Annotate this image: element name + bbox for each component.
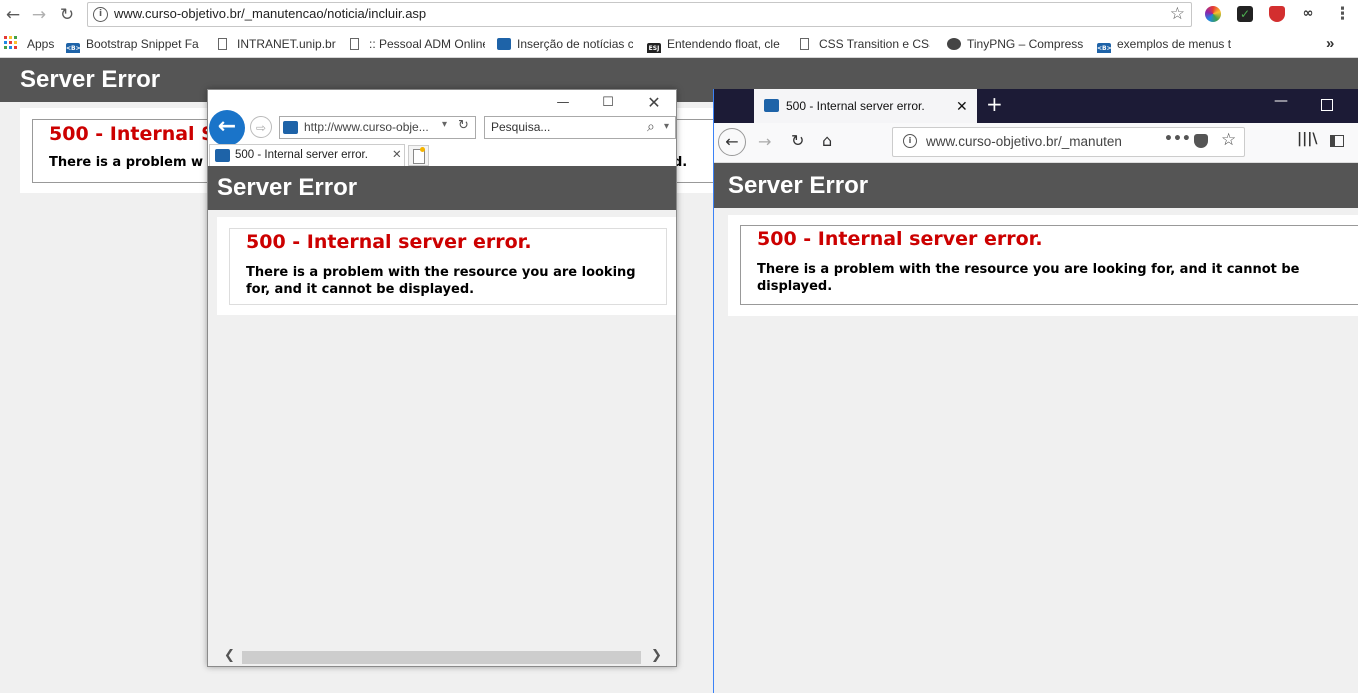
forward-button[interactable]: → — [758, 132, 771, 151]
error-message: There is a problem with the resource you… — [757, 262, 1300, 294]
dropdown-arrow-icon[interactable]: ▾ — [664, 121, 669, 132]
new-tab-icon[interactable]: + — [986, 92, 1003, 116]
ie-search-placeholder[interactable]: Pesquisa... — [491, 120, 550, 134]
page-actions-icon[interactable]: ••• — [1164, 131, 1191, 147]
apps-grid-icon[interactable] — [4, 36, 18, 50]
site-favicon — [215, 149, 230, 162]
content-box: 500 - Internal server error. There is a … — [217, 217, 676, 315]
sidebar-icon[interactable] — [1330, 135, 1344, 147]
maximize-button[interactable] — [1321, 99, 1333, 111]
maximize-button[interactable]: ☐ — [593, 92, 623, 114]
info-icon[interactable]: i — [903, 134, 917, 148]
bookmark-css-transition[interactable]: CSS Transition e CSS — [800, 35, 930, 53]
page-icon — [218, 38, 227, 50]
site-favicon — [764, 99, 779, 112]
scroll-right-icon[interactable]: ❯ — [651, 648, 662, 663]
firefox-window: 500 - Internal server error. ✕ + — ← → ↻… — [713, 89, 1358, 693]
info-icon[interactable]: i — [93, 7, 108, 22]
ie-window: — ☐ ✕ ← ⇨ http://www.curso-obje... ▾ ↻ P… — [207, 89, 677, 667]
bookmark-pessoal-adm[interactable]: :: Pessoal ADM Online — [350, 35, 485, 53]
chrome-toolbar: ← → ↻ i www.curso-objetivo.br/_manutenca… — [0, 0, 1358, 31]
new-tab-button[interactable] — [408, 145, 429, 166]
checkmark-extension-icon[interactable]: ✓ — [1237, 6, 1253, 22]
panda-icon — [947, 38, 961, 50]
bookmark-exemplos-menus[interactable]: <B> exemplos de menus t — [1097, 35, 1233, 53]
ff-tab[interactable]: 500 - Internal server error. ✕ — [754, 89, 977, 123]
reload-button[interactable]: ↻ — [56, 4, 78, 26]
ff-toolbar: ← → ↻ ⌂ i www.curso-objetivo.br/_manuten… — [714, 123, 1358, 163]
ie-search-box[interactable]: Pesquisa... ⌕ ▾ — [484, 116, 676, 139]
ie-back-button[interactable]: ← — [209, 110, 245, 146]
page-header: Server Error — [714, 163, 1358, 208]
ie-address-url[interactable]: http://www.curso-obje... — [304, 120, 429, 134]
site-favicon — [283, 121, 298, 134]
ff-titlebar: 500 - Internal server error. ✕ + — — [714, 89, 1358, 123]
page-icon — [350, 38, 359, 50]
page-icon — [800, 38, 809, 50]
ie-tab[interactable]: 500 - Internal server error. ✕ — [209, 144, 405, 166]
minimize-button[interactable]: — — [548, 92, 578, 114]
ff-tab-title: 500 - Internal server error. — [786, 99, 925, 113]
content-box: 500 - Internal server error. There is a … — [728, 215, 1358, 316]
pocket-icon[interactable] — [1194, 134, 1208, 148]
bookmark-bootstrap-snippet[interactable]: <B> Bootstrap Snippet Fa — [66, 35, 202, 53]
bookmark-tinypng[interactable]: TinyPNG – Compress — [947, 35, 1083, 53]
tab-close-icon[interactable]: ✕ — [392, 145, 402, 165]
minimize-button[interactable]: — — [1274, 93, 1288, 109]
error-title: 500 - Internal server error. — [757, 228, 1043, 250]
back-button[interactable]: ← — [2, 4, 24, 26]
reload-button[interactable]: ↻ — [791, 131, 804, 150]
binoculars-extension-icon[interactable]: ∞ — [1300, 6, 1316, 22]
bookmark-intranet[interactable]: INTRANET.unip.br — [218, 35, 342, 53]
error-message: There is a problem with the resource you… — [246, 265, 636, 297]
more-bookmarks-button[interactable]: » — [1326, 35, 1334, 53]
bookmark-apps[interactable]: Apps — [27, 35, 59, 53]
bookmark-entendendo-float[interactable]: ESJ Entendendo float, cle — [647, 35, 783, 53]
close-button[interactable]: ✕ — [639, 92, 669, 114]
error-message: There is a problem w — [49, 155, 204, 170]
search-icon[interactable]: ⌕ — [647, 119, 655, 135]
shield-extension-icon[interactable] — [1269, 6, 1285, 22]
back-button[interactable]: ← — [718, 128, 746, 156]
bookmark-insercao-noticias[interactable]: Inserção de notícias c — [497, 35, 633, 53]
address-bar[interactable]: i www.curso-objetivo.br/_manutencao/noti… — [87, 2, 1192, 27]
library-icon[interactable]: |||\ — [1297, 131, 1317, 147]
ie-address-bar[interactable]: http://www.curso-obje... ▾ ↻ — [279, 116, 476, 139]
menu-icon[interactable]: ⋮ — [1334, 4, 1351, 24]
bookmark-star-icon[interactable]: ☆ — [1221, 130, 1236, 150]
horizontal-scrollbar[interactable]: ❮ ❯ — [208, 648, 676, 666]
ie-tab-title: 500 - Internal server error. — [235, 149, 368, 161]
bootstrap-icon: <B> — [66, 43, 81, 53]
page-header: Server Error — [208, 166, 676, 210]
scrollbar-thumb[interactable] — [242, 651, 641, 664]
tab-close-icon[interactable]: ✕ — [956, 89, 968, 123]
ff-address-bar[interactable]: i www.curso-objetivo.br/_manuten ••• ☆ — [892, 127, 1245, 157]
dropdown-arrow-icon[interactable]: ▾ — [442, 119, 447, 130]
forward-button[interactable]: → — [28, 4, 50, 26]
error-fieldset: 500 - Internal server error. There is a … — [740, 225, 1358, 305]
error-title: 500 - Internal S — [49, 123, 215, 145]
home-icon[interactable]: ⌂ — [822, 131, 832, 150]
esj-icon: ESJ — [647, 43, 661, 53]
ie-forward-button[interactable]: ⇨ — [250, 116, 272, 138]
refresh-icon[interactable]: ↻ — [458, 118, 469, 133]
error-fieldset: 500 - Internal server error. There is a … — [229, 228, 667, 305]
ff-address-url[interactable]: www.curso-objetivo.br/_manuten — [926, 134, 1122, 149]
bookmarks-bar: Apps <B> Bootstrap Snippet Fa INTRANET.un… — [0, 31, 1358, 58]
scroll-left-icon[interactable]: ❮ — [224, 648, 235, 663]
address-url[interactable]: www.curso-objetivo.br/_manutencao/notici… — [114, 6, 426, 21]
ie-titlebar: — ☐ ✕ ← ⇨ http://www.curso-obje... ▾ ↻ P… — [208, 90, 676, 166]
color-picker-extension-icon[interactable] — [1205, 6, 1221, 22]
error-title: 500 - Internal server error. — [246, 231, 532, 253]
sparkle-icon — [420, 147, 425, 152]
bootstrap-icon: <B> — [1097, 43, 1112, 53]
bookmark-star-icon[interactable]: ☆ — [1170, 4, 1185, 24]
site-icon — [497, 38, 511, 50]
